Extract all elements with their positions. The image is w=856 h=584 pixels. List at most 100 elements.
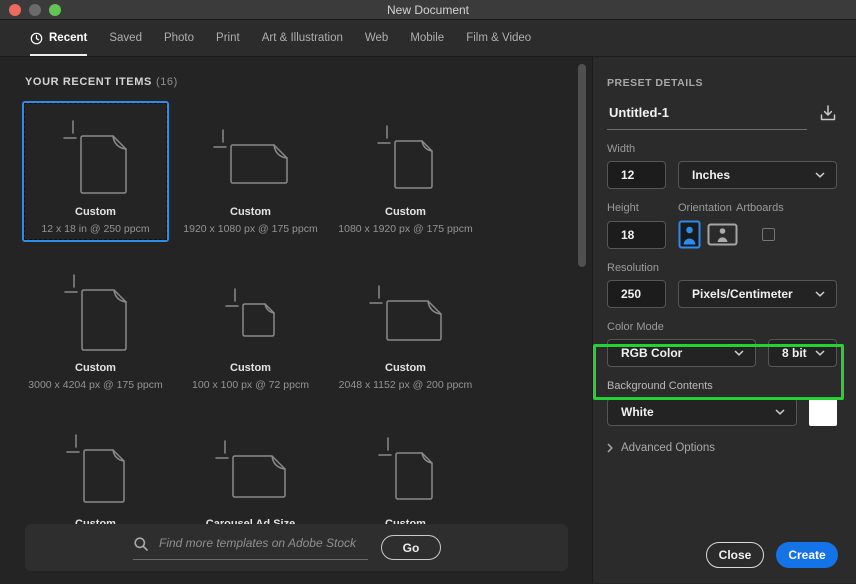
recent-item-dimensions: 2048 x 1152 px @ 200 ppcm	[339, 378, 473, 392]
document-preview-icon	[374, 423, 438, 515]
recent-item-card[interactable]: Custom 100 x 100 px @ 72 ppcm	[177, 257, 324, 398]
go-button[interactable]: Go	[381, 535, 441, 560]
tab-label: Art & Illustration	[262, 32, 343, 44]
tab-print[interactable]: Print	[216, 20, 240, 56]
recent-item-dimensions: 1080 x 1920 px @ 175 ppcm	[338, 222, 472, 236]
tab-photo[interactable]: Photo	[164, 20, 194, 56]
tab-label: Photo	[164, 32, 194, 44]
width-input[interactable]: 12	[607, 161, 666, 189]
height-label: Height	[607, 202, 678, 214]
bit-depth-select[interactable]: 8 bit	[768, 339, 837, 367]
minimize-window-icon[interactable]	[29, 4, 41, 16]
recent-item-title: Custom	[385, 361, 426, 375]
recent-item-card[interactable]: Custom 3000 x 4204 px @ 175 ppcm	[22, 257, 169, 398]
resolution-unit-value: Pixels/Centimeter	[692, 287, 793, 301]
recent-items-heading-text: YOUR RECENT ITEMS	[25, 76, 152, 88]
color-mode-label: Color Mode	[607, 321, 664, 333]
recent-items-count: (16)	[156, 76, 178, 88]
bit-depth-value: 8 bit	[782, 346, 807, 360]
document-preview-icon	[209, 111, 293, 203]
tab-film-video[interactable]: Film & Video	[466, 20, 531, 56]
color-mode-select[interactable]: RGB Color	[607, 339, 756, 367]
orientation-landscape-icon[interactable]	[707, 223, 738, 246]
document-preview-icon	[59, 111, 132, 203]
tab-recent[interactable]: Recent	[30, 20, 87, 56]
adobe-stock-search-bar: Find more templates on Adobe Stock Go	[25, 524, 568, 571]
advanced-options-toggle[interactable]: Advanced Options	[607, 442, 856, 454]
resolution-input[interactable]: 250	[607, 280, 666, 308]
tab-web[interactable]: Web	[365, 20, 388, 56]
recent-item-card[interactable]: Custom 12 x 18 in @ 250 ppcm	[22, 101, 169, 242]
zoom-window-icon[interactable]	[49, 4, 61, 16]
clock-icon	[30, 32, 43, 45]
preset-details-panel: PRESET DETAILS Untitled-1 Width 12 Inche…	[592, 57, 856, 583]
artboards-label: Artboards	[736, 202, 784, 214]
orientation-label: Orientation	[678, 202, 736, 214]
recent-item-title: Custom	[385, 205, 426, 219]
category-tab-bar: Recent Saved Photo Print Art & Illustration W…	[0, 20, 856, 57]
tab-label: Film & Video	[466, 32, 531, 44]
preset-details-heading: PRESET DETAILS	[607, 77, 856, 89]
chevron-down-icon	[815, 172, 825, 178]
title-bar: New Document	[0, 0, 856, 20]
recent-item-dimensions: 1920 x 1080 px @ 175 ppcm	[183, 222, 317, 236]
document-preview-icon	[211, 423, 291, 515]
width-label: Width	[607, 143, 635, 155]
search-input[interactable]: Find more templates on Adobe Stock	[133, 536, 368, 560]
recent-item-title: Custom	[75, 361, 116, 375]
create-button[interactable]: Create	[776, 542, 838, 568]
tab-label: Print	[216, 32, 240, 44]
orientation-toggle	[678, 220, 738, 249]
chevron-down-icon	[734, 350, 744, 356]
height-input[interactable]: 18	[607, 221, 666, 249]
recent-item-dimensions: 3000 x 4204 px @ 175 ppcm	[28, 378, 162, 392]
document-preview-icon	[221, 267, 280, 359]
recent-item-card[interactable]: Custom 2048 x 1152 px @ 200 ppcm	[332, 257, 479, 398]
tab-label: Web	[365, 32, 388, 44]
chevron-down-icon	[815, 291, 825, 297]
width-unit-select[interactable]: Inches	[678, 161, 837, 189]
background-contents-value: White	[621, 405, 654, 419]
document-preview-icon	[62, 423, 130, 515]
chevron-right-icon	[607, 443, 613, 453]
recent-items-panel: YOUR RECENT ITEMS (16) Custom 12 x 18 in …	[0, 57, 592, 583]
search-placeholder: Find more templates on Adobe Stock	[159, 536, 356, 550]
tab-label: Mobile	[410, 32, 444, 44]
resolution-label: Resolution	[607, 262, 659, 274]
new-document-dialog: New Document Recent Saved Photo Print Art & …	[0, 0, 856, 584]
document-preview-icon	[373, 111, 438, 203]
background-contents-label: Background Contents	[607, 380, 713, 392]
background-contents-select[interactable]: White	[607, 398, 797, 426]
chevron-down-icon	[815, 350, 825, 356]
recent-item-card[interactable]: Custom 1080 x 1920 px @ 175 ppcm	[332, 101, 479, 242]
tab-mobile[interactable]: Mobile	[410, 20, 444, 56]
advanced-options-label: Advanced Options	[621, 442, 715, 454]
width-unit-value: Inches	[692, 168, 730, 182]
recent-item-card[interactable]: Custom 1920 x 1080 px @ 175 ppcm	[177, 101, 324, 242]
recent-item-dimensions: 100 x 100 px @ 72 ppcm	[192, 378, 309, 392]
document-preview-icon	[365, 267, 447, 359]
tab-saved[interactable]: Saved	[109, 20, 142, 56]
close-button[interactable]: Close	[706, 542, 764, 568]
scrollbar-thumb[interactable]	[578, 64, 586, 267]
document-name-field[interactable]: Untitled-1	[607, 101, 807, 130]
tab-label: Saved	[109, 32, 142, 44]
resolution-unit-select[interactable]: Pixels/Centimeter	[678, 280, 837, 308]
orientation-portrait-icon[interactable]	[678, 220, 701, 249]
save-preset-icon[interactable]	[818, 103, 838, 123]
artboards-checkbox[interactable]	[762, 228, 775, 241]
recent-item-title: Custom	[230, 205, 271, 219]
recent-item-title: Custom	[75, 205, 116, 219]
recent-item-dimensions: 12 x 18 in @ 250 ppcm	[41, 222, 149, 236]
window-controls	[9, 4, 61, 16]
search-icon	[133, 536, 149, 552]
recent-items-heading: YOUR RECENT ITEMS (16)	[25, 76, 178, 88]
color-mode-value: RGB Color	[621, 346, 682, 360]
recent-item-title: Custom	[230, 361, 271, 375]
close-window-icon[interactable]	[9, 4, 21, 16]
window-title: New Document	[387, 3, 469, 17]
tab-label: Recent	[49, 32, 87, 44]
tab-art-illustration[interactable]: Art & Illustration	[262, 20, 343, 56]
background-color-swatch[interactable]	[809, 398, 837, 426]
document-preview-icon	[60, 267, 132, 359]
